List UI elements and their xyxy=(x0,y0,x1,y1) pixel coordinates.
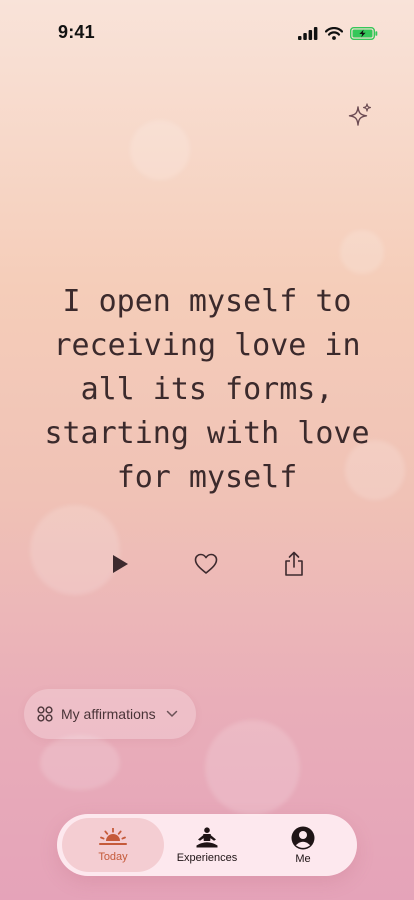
tab-today[interactable]: Today xyxy=(62,818,164,872)
sunrise-icon xyxy=(98,827,128,848)
bokeh-decoration xyxy=(205,720,300,815)
tab-experiences-label: Experiences xyxy=(176,851,238,864)
play-icon xyxy=(111,554,129,578)
battery-charging-icon xyxy=(349,25,378,44)
bokeh-decoration xyxy=(130,120,190,180)
tab-me[interactable]: Me xyxy=(252,818,354,872)
tab-bar: Today Experiences Me xyxy=(57,814,357,876)
wifi-icon xyxy=(324,25,344,44)
tab-today-label: Today xyxy=(98,850,128,863)
status-bar: 9:41 xyxy=(0,0,414,54)
affirmation-actions xyxy=(0,546,414,586)
tab-experiences[interactable]: Experiences xyxy=(156,818,258,872)
bokeh-decoration xyxy=(40,735,120,790)
profile-icon xyxy=(291,826,315,850)
my-affirmations-label: My affirmations xyxy=(61,706,156,722)
meditation-icon xyxy=(194,826,220,849)
share-icon xyxy=(283,551,305,581)
sparkle-button[interactable] xyxy=(340,98,380,138)
cellular-signal-icon xyxy=(298,25,318,44)
heart-icon xyxy=(194,553,218,579)
affirmation-text: I open myself to receiving love in all i… xyxy=(44,284,370,495)
tab-me-label: Me xyxy=(295,852,311,865)
bokeh-decoration xyxy=(340,230,384,274)
my-affirmations-dropdown[interactable]: My affirmations xyxy=(24,689,196,739)
chevron-down-icon xyxy=(166,710,178,718)
favorite-button[interactable] xyxy=(186,546,226,586)
status-icons xyxy=(298,25,378,44)
status-time: 9:41 xyxy=(58,22,95,42)
play-button[interactable] xyxy=(100,546,140,586)
sparkle-icon xyxy=(348,103,372,133)
share-button[interactable] xyxy=(274,546,314,586)
grid-icon xyxy=(37,706,53,722)
